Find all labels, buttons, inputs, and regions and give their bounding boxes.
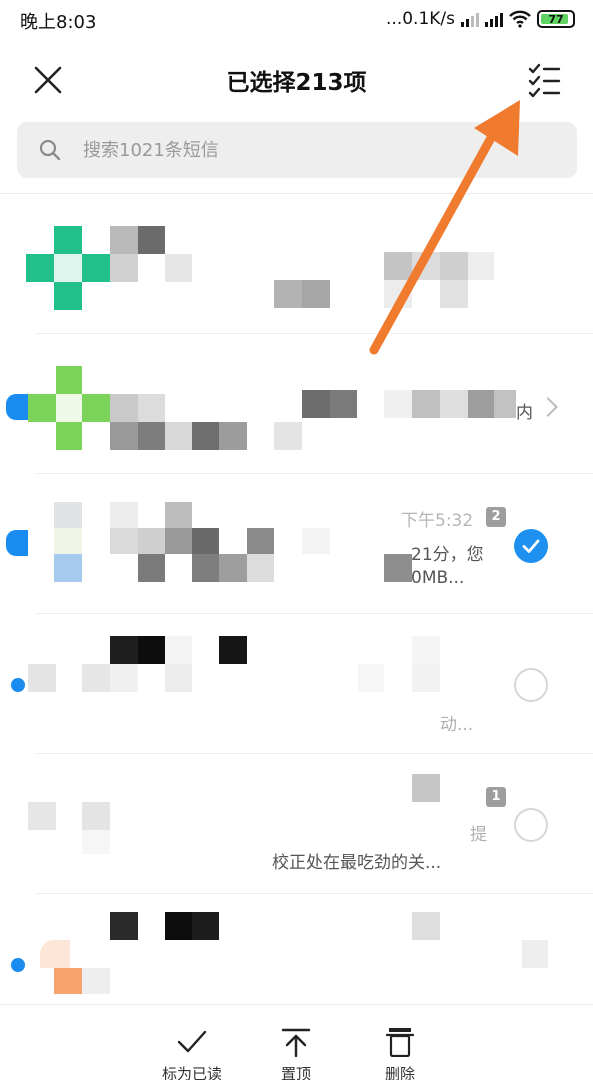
conversation-item[interactable]: 1 提 校正处在最吃劲的关...	[0, 754, 593, 894]
message-snippet: 21分，您	[411, 545, 484, 565]
status-indicators: ...0.1K/s 77	[386, 8, 575, 30]
checkmark-icon	[522, 539, 540, 553]
message-snippet: 0MB...	[411, 568, 465, 588]
conversation-item[interactable]	[0, 194, 593, 334]
conversation-item[interactable]: 动...	[0, 614, 593, 754]
battery-level: 77	[548, 12, 564, 26]
unread-count-badge: 1	[486, 787, 506, 807]
mark-read-button[interactable]: 标为已读	[152, 1027, 232, 1080]
unread-dot	[11, 958, 25, 972]
checklist-icon	[528, 63, 561, 98]
search-icon	[39, 139, 61, 161]
message-snippet: 提	[470, 825, 487, 845]
trash-icon	[385, 1028, 415, 1057]
unread-indicator	[6, 394, 28, 420]
conversation-item[interactable]: 内	[0, 334, 593, 474]
select-checkbox[interactable]	[514, 808, 548, 842]
pin-top-icon	[281, 1028, 311, 1057]
message-snippet: 校正处在最吃劲的关...	[272, 853, 442, 873]
battery-icon: 77	[537, 10, 575, 28]
checkmark-icon	[177, 1030, 207, 1053]
selected-checkbox[interactable]	[514, 529, 548, 563]
status-bar: 晚上8:03 ...0.1K/s 77	[0, 0, 593, 38]
conversation-item[interactable]: 下午5:32 2 21分，您 0MB...	[0, 474, 593, 614]
network-speed: ...0.1K/s	[386, 9, 455, 29]
unread-count-badge: 2	[486, 507, 506, 527]
title-bar: 已选择213项	[0, 40, 593, 118]
message-snippet: 动...	[440, 715, 474, 735]
page-title: 已选择213项	[226, 70, 367, 96]
select-checkbox[interactable]	[514, 668, 548, 702]
chevron-right-icon	[538, 397, 558, 417]
signal-icon	[485, 11, 503, 27]
message-time: 下午5:32	[401, 511, 474, 531]
signal-icon	[461, 11, 479, 27]
pin-label: 置顶	[280, 1065, 311, 1080]
unread-dot	[11, 678, 25, 692]
multiselect-button[interactable]	[525, 60, 565, 100]
delete-label: 删除	[384, 1065, 415, 1080]
status-time: 晚上8:03	[20, 12, 97, 33]
message-snippet: 内	[516, 403, 533, 423]
bottom-action-bar: 标为已读 置顶 删除	[0, 1004, 593, 1080]
wifi-icon	[509, 10, 531, 28]
search-bar[interactable]	[17, 122, 577, 178]
delete-button[interactable]: 删除	[360, 1027, 440, 1080]
conversation-item[interactable]	[0, 894, 593, 1004]
unread-indicator	[6, 530, 28, 556]
pin-button[interactable]: 置顶	[256, 1027, 336, 1080]
mark-read-label: 标为已读	[161, 1065, 222, 1080]
search-input[interactable]	[83, 136, 543, 164]
